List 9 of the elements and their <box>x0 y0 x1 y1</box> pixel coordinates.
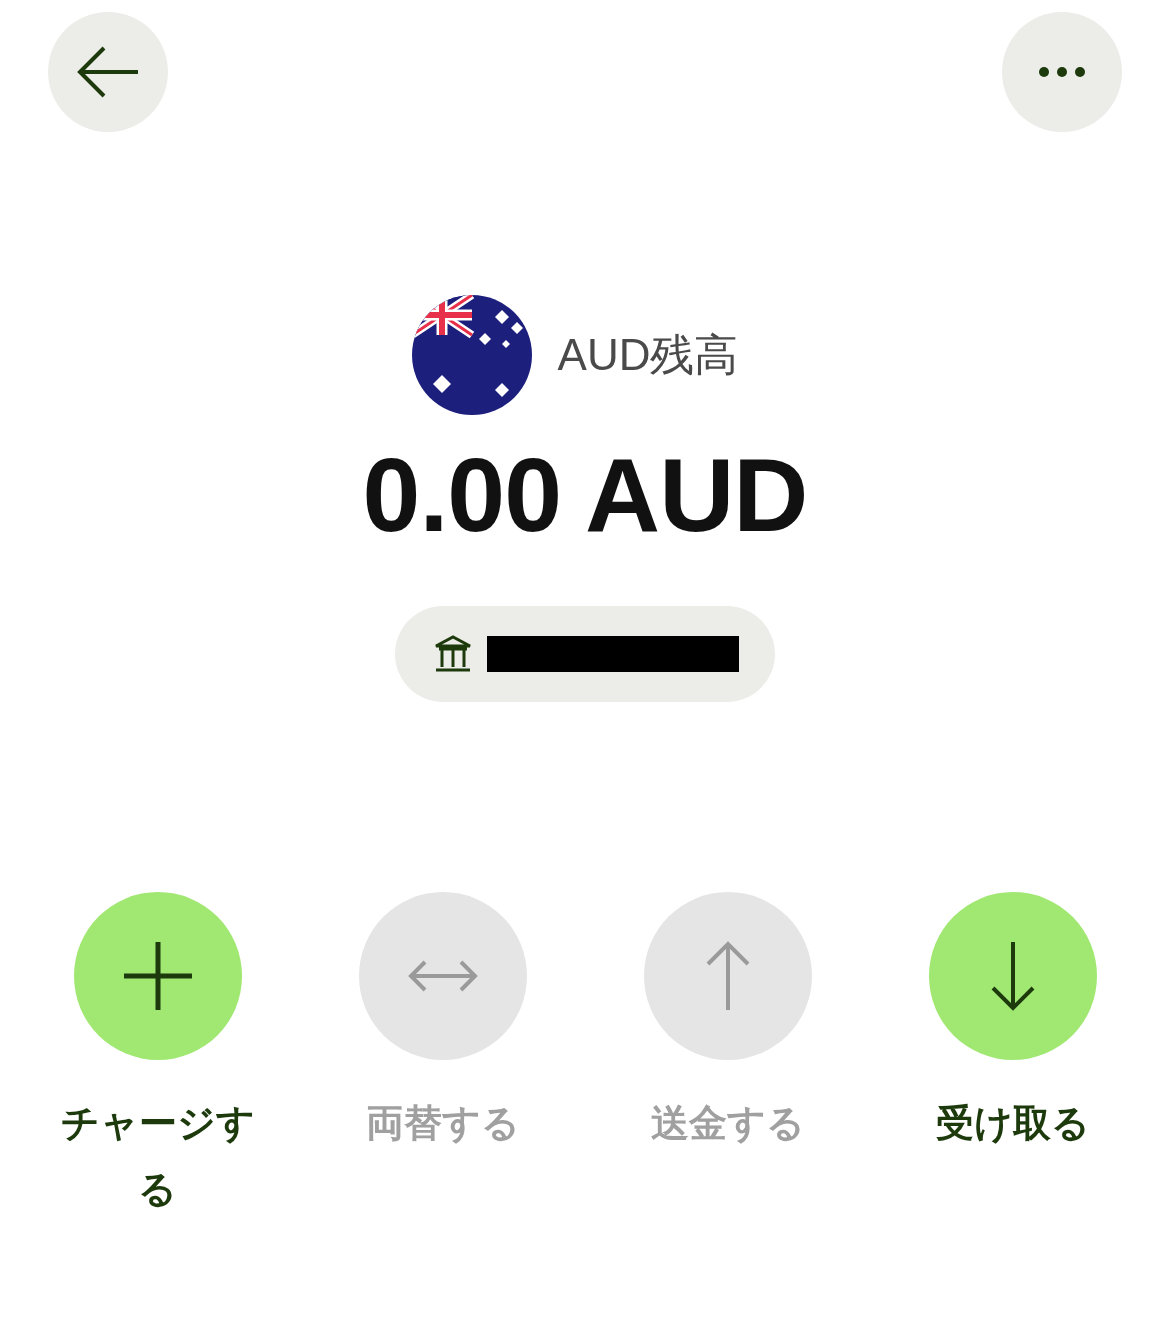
action-label: 受け取る <box>934 1100 1091 1146</box>
back-arrow-icon <box>76 46 140 98</box>
bank-icon <box>433 634 473 673</box>
action-label: 両替する <box>364 1100 521 1146</box>
balance-amount: 0.00 AUD <box>362 436 808 555</box>
balance-label: AUD残高 <box>557 328 739 381</box>
action-label: 送金する <box>649 1100 806 1146</box>
more-icon <box>1039 67 1085 77</box>
action-label: チャージする <box>59 1100 256 1212</box>
